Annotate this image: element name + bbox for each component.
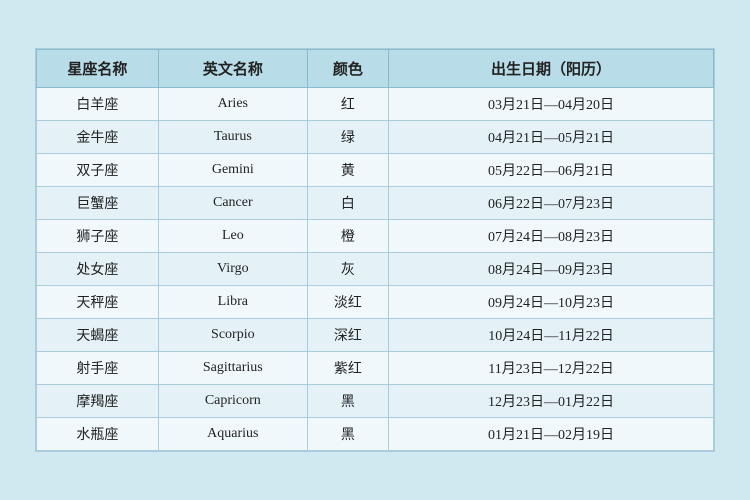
table-row: 巨蟹座Cancer白06月22日—07月23日 <box>37 187 714 220</box>
cell-english: Leo <box>158 220 307 253</box>
cell-color: 紫红 <box>307 352 388 385</box>
cell-color: 橙 <box>307 220 388 253</box>
cell-chinese: 双子座 <box>37 154 159 187</box>
header-date: 出生日期（阳历） <box>389 50 714 88</box>
table-row: 天秤座Libra淡红09月24日—10月23日 <box>37 286 714 319</box>
cell-chinese: 处女座 <box>37 253 159 286</box>
cell-english: Sagittarius <box>158 352 307 385</box>
cell-english: Virgo <box>158 253 307 286</box>
cell-chinese: 巨蟹座 <box>37 187 159 220</box>
cell-chinese: 射手座 <box>37 352 159 385</box>
cell-color: 灰 <box>307 253 388 286</box>
cell-chinese: 水瓶座 <box>37 418 159 451</box>
cell-date: 09月24日—10月23日 <box>389 286 714 319</box>
table-row: 摩羯座Capricorn黑12月23日—01月22日 <box>37 385 714 418</box>
cell-english: Cancer <box>158 187 307 220</box>
cell-english: Scorpio <box>158 319 307 352</box>
cell-date: 01月21日—02月19日 <box>389 418 714 451</box>
cell-color: 白 <box>307 187 388 220</box>
cell-color: 黑 <box>307 385 388 418</box>
table-row: 天蝎座Scorpio深红10月24日—11月22日 <box>37 319 714 352</box>
cell-date: 05月22日—06月21日 <box>389 154 714 187</box>
cell-date: 04月21日—05月21日 <box>389 121 714 154</box>
cell-chinese: 金牛座 <box>37 121 159 154</box>
table-row: 金牛座Taurus绿04月21日—05月21日 <box>37 121 714 154</box>
cell-chinese: 白羊座 <box>37 88 159 121</box>
table-row: 处女座Virgo灰08月24日—09月23日 <box>37 253 714 286</box>
cell-color: 红 <box>307 88 388 121</box>
cell-chinese: 天蝎座 <box>37 319 159 352</box>
cell-date: 11月23日—12月22日 <box>389 352 714 385</box>
header-chinese: 星座名称 <box>37 50 159 88</box>
cell-color: 淡红 <box>307 286 388 319</box>
table-row: 水瓶座Aquarius黑01月21日—02月19日 <box>37 418 714 451</box>
cell-english: Aquarius <box>158 418 307 451</box>
table-row: 射手座Sagittarius紫红11月23日—12月22日 <box>37 352 714 385</box>
table-row: 双子座Gemini黄05月22日—06月21日 <box>37 154 714 187</box>
cell-date: 06月22日—07月23日 <box>389 187 714 220</box>
cell-chinese: 摩羯座 <box>37 385 159 418</box>
table-header-row: 星座名称 英文名称 颜色 出生日期（阳历） <box>37 50 714 88</box>
cell-color: 黑 <box>307 418 388 451</box>
cell-date: 10月24日—11月22日 <box>389 319 714 352</box>
zodiac-table-container: 星座名称 英文名称 颜色 出生日期（阳历） 白羊座Aries红03月21日—04… <box>35 48 715 452</box>
cell-color: 深红 <box>307 319 388 352</box>
cell-color: 绿 <box>307 121 388 154</box>
cell-chinese: 天秤座 <box>37 286 159 319</box>
cell-date: 03月21日—04月20日 <box>389 88 714 121</box>
cell-english: Libra <box>158 286 307 319</box>
cell-color: 黄 <box>307 154 388 187</box>
table-row: 白羊座Aries红03月21日—04月20日 <box>37 88 714 121</box>
cell-date: 07月24日—08月23日 <box>389 220 714 253</box>
table-body: 白羊座Aries红03月21日—04月20日金牛座Taurus绿04月21日—0… <box>37 88 714 451</box>
table-row: 狮子座Leo橙07月24日—08月23日 <box>37 220 714 253</box>
header-color: 颜色 <box>307 50 388 88</box>
zodiac-table: 星座名称 英文名称 颜色 出生日期（阳历） 白羊座Aries红03月21日—04… <box>36 49 714 451</box>
cell-english: Aries <box>158 88 307 121</box>
cell-chinese: 狮子座 <box>37 220 159 253</box>
cell-english: Gemini <box>158 154 307 187</box>
cell-english: Taurus <box>158 121 307 154</box>
cell-date: 08月24日—09月23日 <box>389 253 714 286</box>
header-english: 英文名称 <box>158 50 307 88</box>
cell-english: Capricorn <box>158 385 307 418</box>
cell-date: 12月23日—01月22日 <box>389 385 714 418</box>
